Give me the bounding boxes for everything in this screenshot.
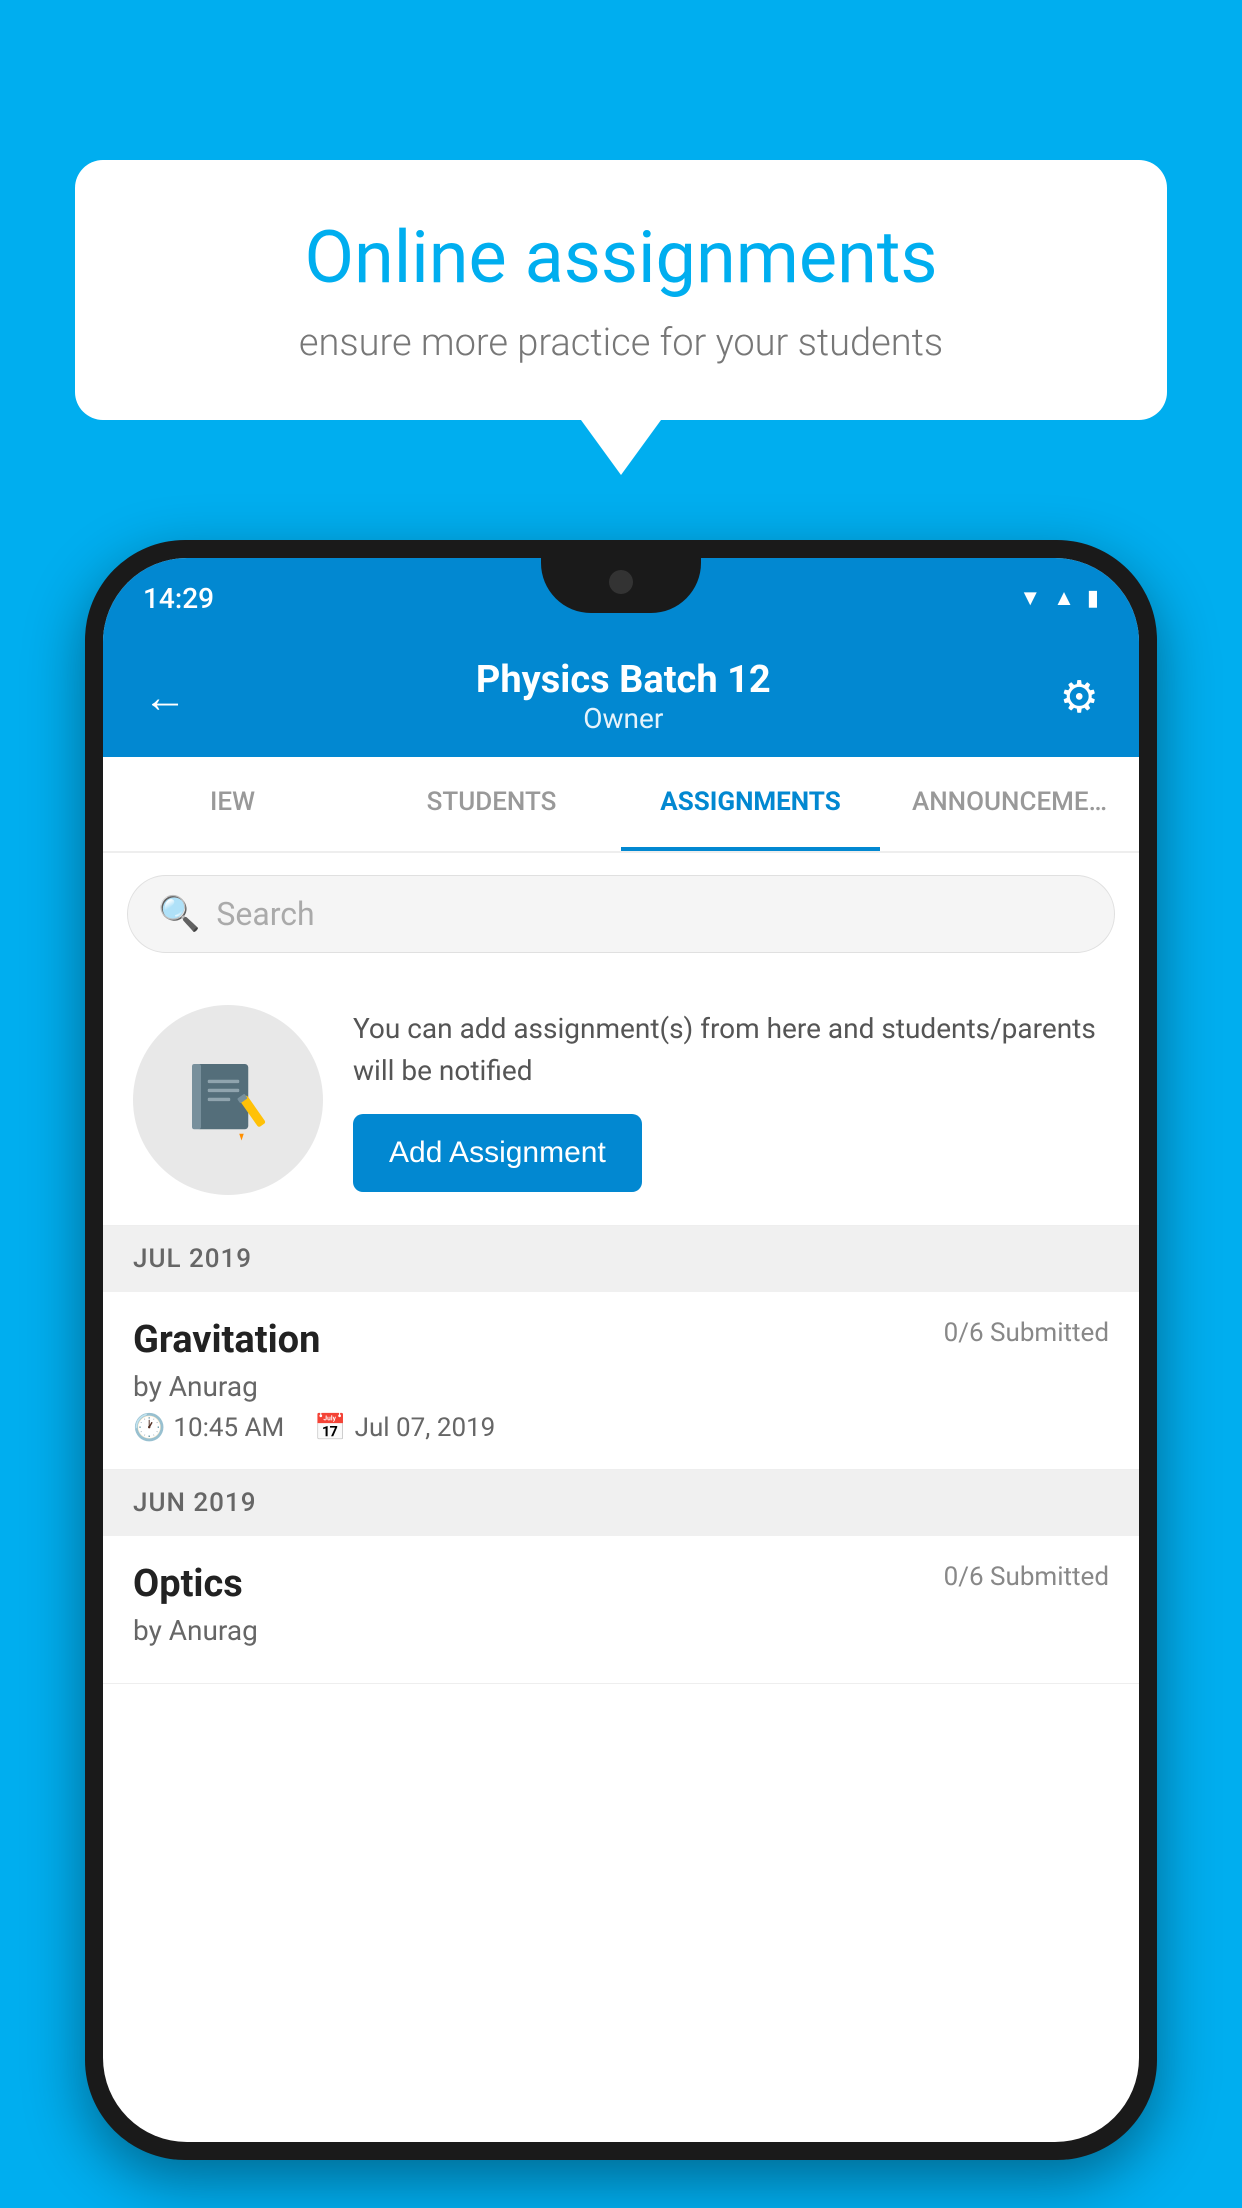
tab-assignments[interactable]: ASSIGNMENTS (621, 757, 880, 851)
header-title-group: Physics Batch 12 Owner (187, 658, 1060, 735)
notebook-svg (183, 1055, 273, 1145)
assignment-description: You can add assignment(s) from here and … (353, 1008, 1109, 1092)
notch-cutout (541, 558, 701, 613)
camera-notch (609, 570, 633, 594)
status-bar: 14:29 ▼ ▲ ▮ (103, 558, 1139, 638)
assignment-name-gravitation: Gravitation (133, 1318, 320, 1362)
submitted-badge-gravitation: 0/6 Submitted (944, 1318, 1109, 1348)
add-assignment-section: You can add assignment(s) from here and … (103, 975, 1139, 1226)
assignment-by-optics: by Anurag (133, 1614, 1109, 1647)
speech-bubble-subtitle: ensure more practice for your students (135, 321, 1107, 365)
status-time: 14:29 (143, 582, 214, 615)
assignment-by-gravitation: by Anurag (133, 1370, 1109, 1403)
clock-icon: 🕐 (133, 1413, 165, 1443)
tabs-bar: IEW STUDENTS ASSIGNMENTS ANNOUNCEME… (103, 757, 1139, 853)
meta-date: 📅 Jul 07, 2019 (314, 1413, 495, 1443)
phone-frame: 14:29 ▼ ▲ ▮ ← Physics Batch 12 Owner ⚙ (85, 540, 1157, 2160)
header-subtitle: Owner (187, 702, 1060, 735)
search-container: 🔍 Search (103, 853, 1139, 975)
search-placeholder: Search (216, 895, 314, 933)
wifi-icon: ▼ (1019, 585, 1041, 611)
assignment-meta-gravitation: 🕐 10:45 AM 📅 Jul 07, 2019 (133, 1413, 1109, 1443)
app-header: ← Physics Batch 12 Owner ⚙ (103, 638, 1139, 757)
submitted-badge-optics: 0/6 Submitted (944, 1562, 1109, 1592)
section-header-jul: JUL 2019 (103, 1226, 1139, 1292)
speech-bubble-container: Online assignments ensure more practice … (75, 160, 1167, 475)
tab-announcements[interactable]: ANNOUNCEME… (880, 757, 1139, 851)
search-input-wrap[interactable]: 🔍 Search (127, 875, 1115, 953)
header-title: Physics Batch 12 (187, 658, 1060, 702)
add-assignment-button[interactable]: Add Assignment (353, 1114, 642, 1192)
assignment-item-gravitation[interactable]: Gravitation 0/6 Submitted by Anurag 🕐 10… (103, 1292, 1139, 1470)
speech-bubble: Online assignments ensure more practice … (75, 160, 1167, 420)
status-icons: ▼ ▲ ▮ (1019, 585, 1099, 611)
assignment-icon-circle (133, 1005, 323, 1195)
assignment-info: You can add assignment(s) from here and … (353, 1008, 1109, 1192)
assignment-item-top-optics: Optics 0/6 Submitted (133, 1562, 1109, 1606)
speech-bubble-title: Online assignments (135, 215, 1107, 301)
phone-container: 14:29 ▼ ▲ ▮ ← Physics Batch 12 Owner ⚙ (85, 540, 1157, 2208)
settings-icon[interactable]: ⚙ (1060, 671, 1099, 723)
calendar-icon: 📅 (314, 1413, 346, 1443)
assignment-item-optics[interactable]: Optics 0/6 Submitted by Anurag (103, 1536, 1139, 1684)
phone-screen: 14:29 ▼ ▲ ▮ ← Physics Batch 12 Owner ⚙ (103, 558, 1139, 2142)
back-icon[interactable]: ← (143, 671, 187, 723)
speech-bubble-arrow (581, 420, 661, 475)
signal-icon: ▲ (1053, 585, 1075, 611)
tab-overview[interactable]: IEW (103, 757, 362, 851)
search-icon: 🔍 (158, 894, 200, 934)
tab-students[interactable]: STUDENTS (362, 757, 621, 851)
assignment-item-top: Gravitation 0/6 Submitted (133, 1318, 1109, 1362)
meta-time: 🕐 10:45 AM (133, 1413, 284, 1443)
assignment-date: Jul 07, 2019 (355, 1413, 496, 1443)
section-header-jun: JUN 2019 (103, 1470, 1139, 1536)
assignment-name-optics: Optics (133, 1562, 243, 1606)
assignment-time: 10:45 AM (173, 1413, 284, 1443)
battery-icon: ▮ (1087, 586, 1099, 611)
